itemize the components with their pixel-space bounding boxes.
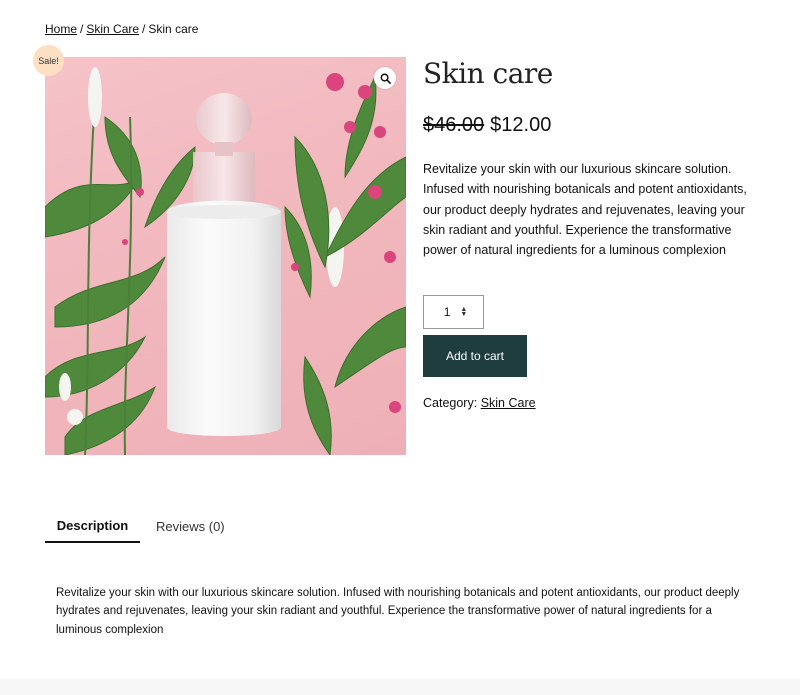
product-summary: Skin care $46.00 $12.00 Revitalize your s… (423, 57, 763, 260)
description-panel-text: Revitalize your skin with our luxurious … (56, 587, 740, 636)
chevron-down-icon[interactable]: ▼ (460, 311, 467, 318)
short-description: Revitalize your skin with our luxurious … (423, 162, 747, 258)
tab-reviews[interactable]: Reviews (0) (152, 510, 229, 543)
breadcrumb-home-link[interactable]: Home (45, 22, 77, 36)
stepper-arrows[interactable]: ▲ ▼ (460, 306, 467, 318)
quantity-stepper[interactable]: 1 ▲ ▼ (423, 295, 484, 329)
magnifier-icon (380, 73, 391, 84)
product-tabs: Description Reviews (0) (45, 510, 229, 544)
product-image[interactable] (45, 57, 406, 455)
breadcrumb: Home / Skin Care / Skin care (45, 22, 198, 36)
footer-strip (0, 679, 800, 695)
breadcrumb-separator: / (142, 22, 146, 36)
product-photo-illustration (45, 67, 406, 455)
breadcrumb-current: Skin care (148, 22, 199, 36)
quantity-value[interactable]: 1 (444, 305, 451, 319)
product-category: Category: Skin Care (423, 396, 536, 410)
add-to-cart-button[interactable]: Add to cart (423, 335, 527, 377)
sale-price: $12.00 (490, 114, 552, 136)
breadcrumb-category-link[interactable]: Skin Care (86, 22, 139, 36)
category-label: Category: (423, 396, 478, 410)
tab-description[interactable]: Description (45, 510, 140, 543)
breadcrumb-separator: / (80, 22, 84, 36)
sale-badge: Sale! (33, 45, 64, 76)
category-link[interactable]: Skin Care (481, 396, 536, 410)
zoom-button[interactable] (374, 67, 396, 89)
product-price: $46.00 $12.00 (423, 112, 763, 138)
original-price: $46.00 (423, 114, 485, 136)
product-title: Skin care (423, 57, 553, 90)
